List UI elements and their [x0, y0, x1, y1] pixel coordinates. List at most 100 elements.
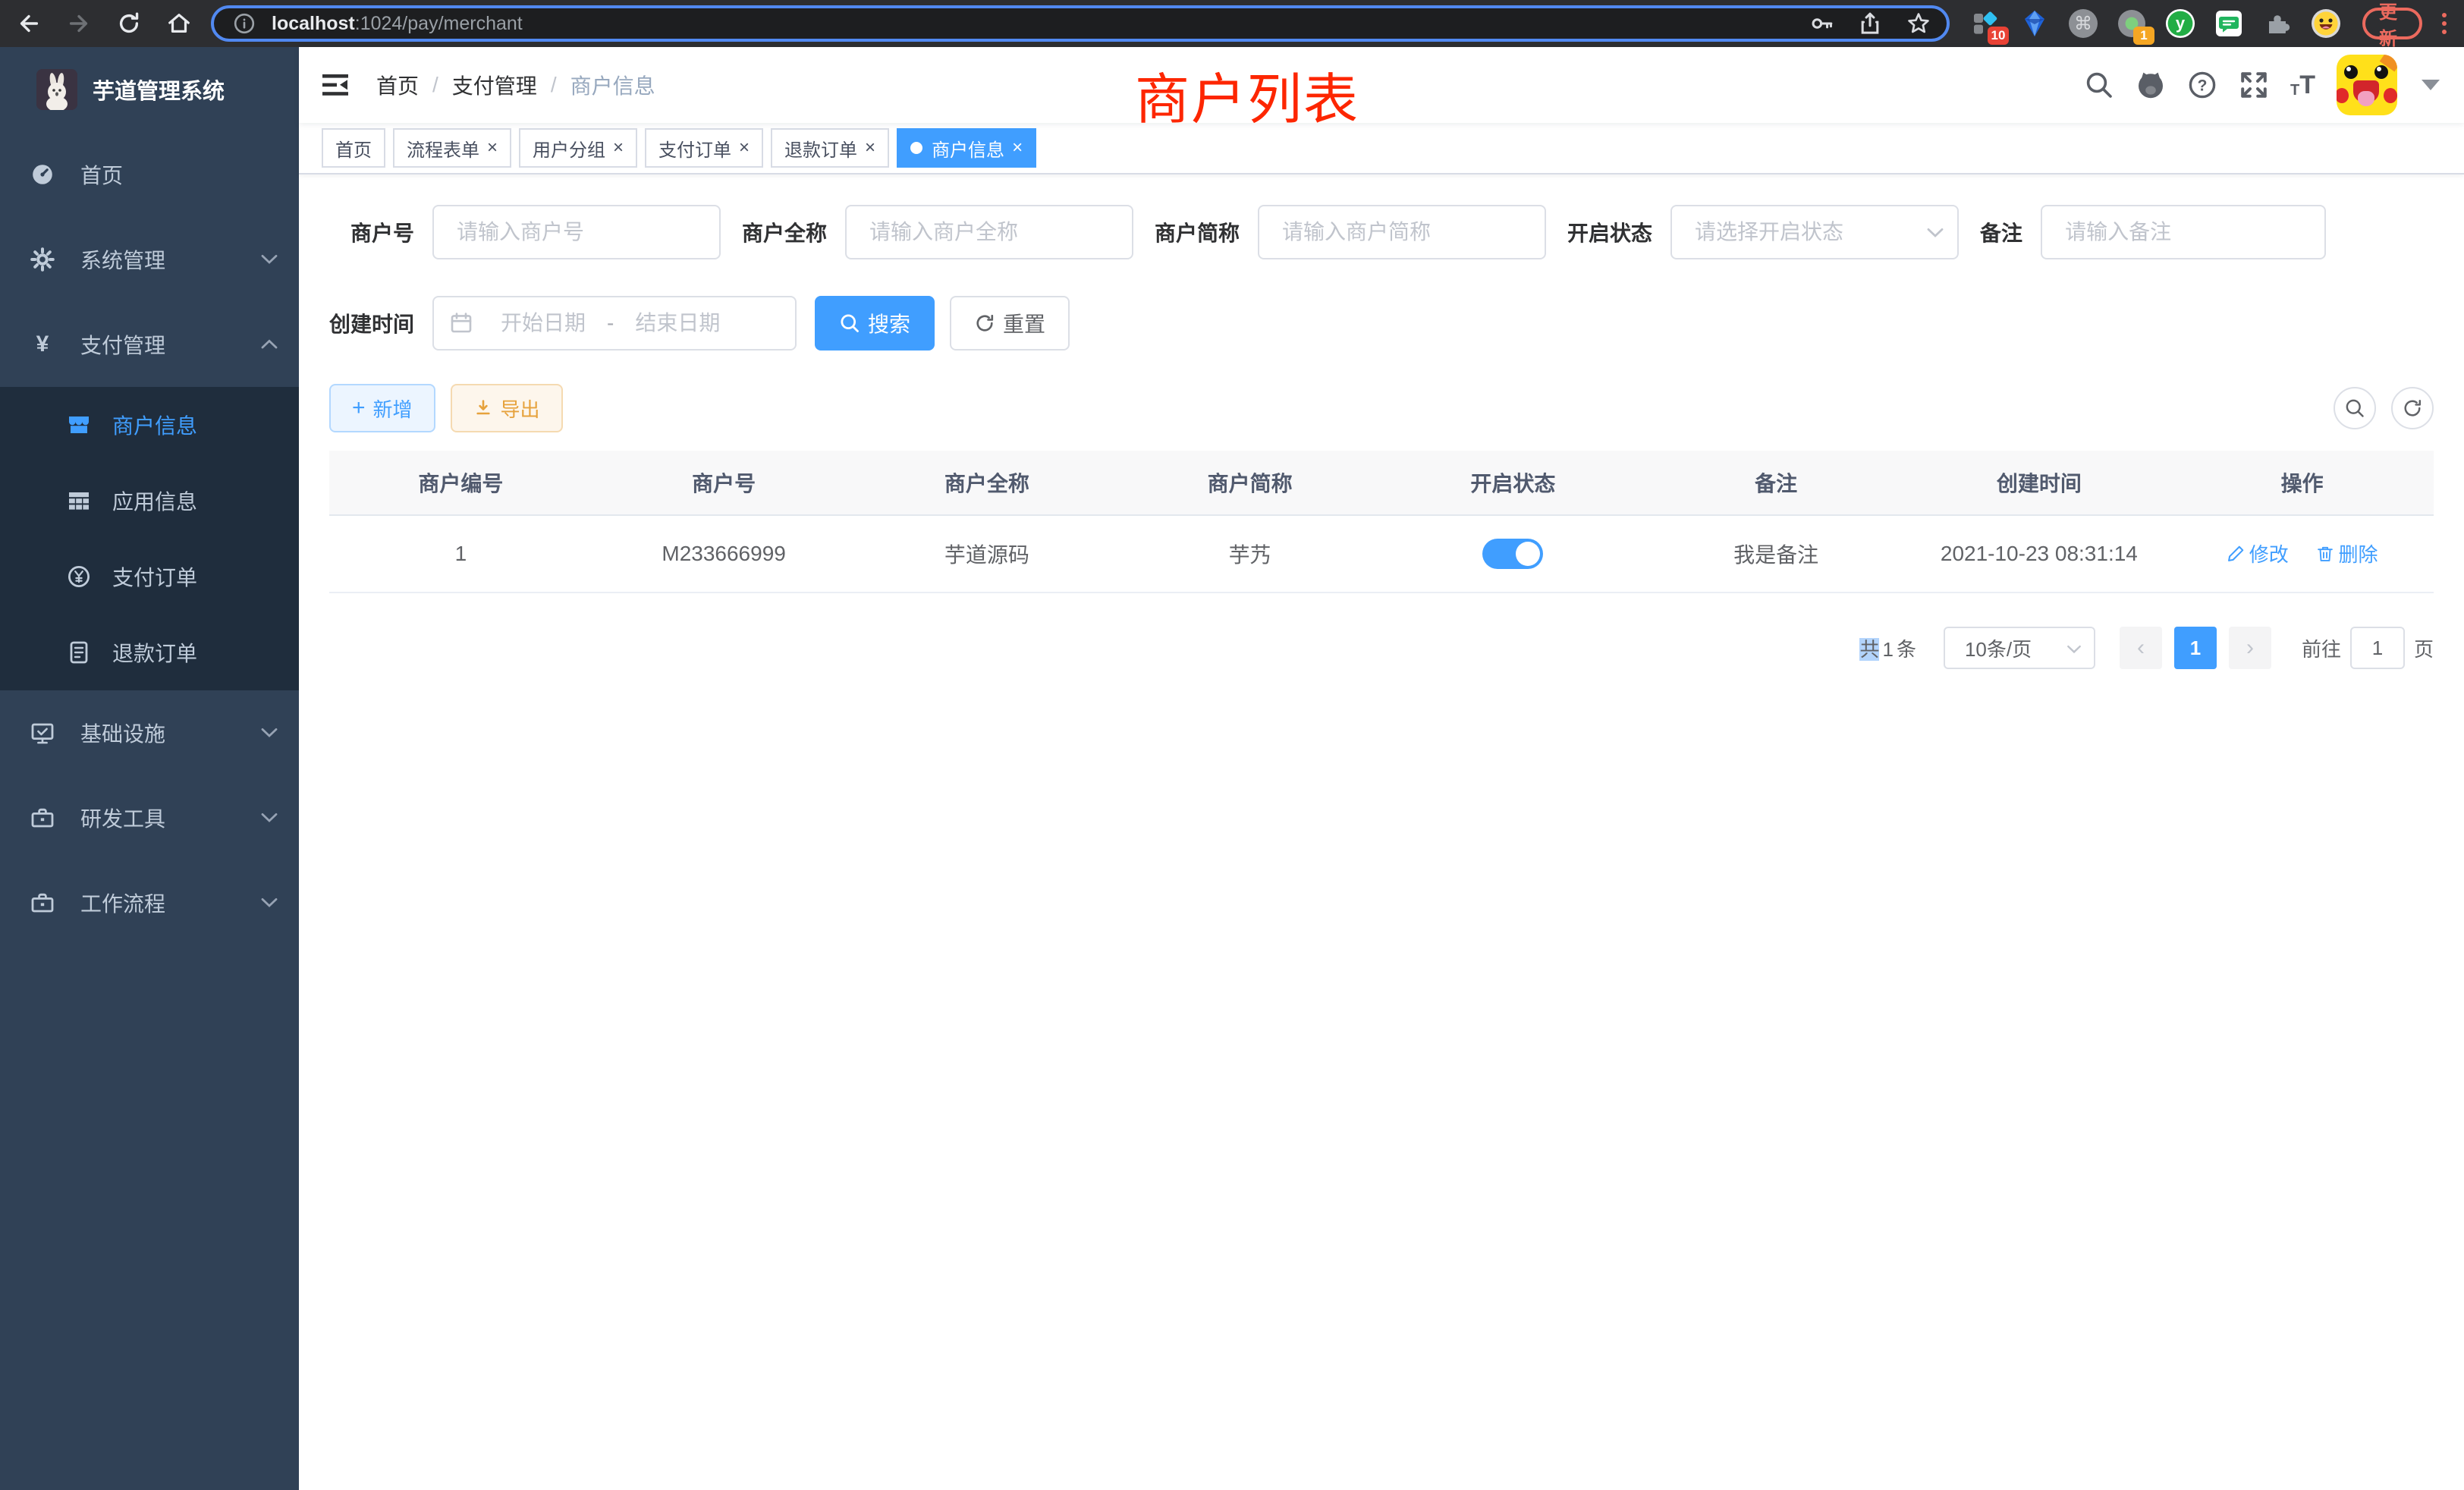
sidebar-item-label: 应用信息 — [112, 486, 197, 516]
tab-merchant-info[interactable]: 商户信息× — [897, 128, 1036, 168]
filter-merchant-no: 商户号 — [329, 205, 721, 259]
close-icon[interactable]: × — [487, 139, 498, 157]
calendar-icon — [449, 311, 473, 335]
tags-view: 首页 流程表单× 用户分组× 支付订单 × 退款订单× 商户信息× — [299, 123, 2464, 174]
sidebar-item-workflow[interactable]: 工作流程 — [0, 860, 299, 945]
remark-input[interactable] — [2041, 205, 2326, 259]
breadcrumb-home[interactable]: 首页 — [376, 70, 419, 100]
help-icon[interactable]: ? — [2187, 70, 2217, 100]
fullscreen-icon[interactable] — [2239, 70, 2269, 100]
font-size-icon[interactable]: TT — [2290, 72, 2315, 98]
close-icon[interactable]: × — [1012, 139, 1023, 157]
tab-process-form[interactable]: 流程表单× — [393, 128, 511, 168]
filter-label: 开启状态 — [1567, 217, 1652, 247]
share-icon[interactable] — [1857, 11, 1883, 36]
home-icon[interactable] — [162, 7, 196, 40]
header-search-icon[interactable] — [2084, 70, 2114, 100]
date-range-picker[interactable]: - — [432, 296, 797, 350]
pagination: 共1条 10条/页 ‹ 1 › 前往 页 — [329, 627, 2434, 669]
reset-button[interactable]: 重置 — [950, 296, 1070, 350]
browser-update-button[interactable]: 更新 — [2362, 8, 2422, 39]
close-icon[interactable]: × — [739, 139, 750, 157]
cell-merchant-id: 1 — [329, 515, 592, 593]
user-menu-caret-icon[interactable] — [2422, 80, 2440, 90]
status-toggle[interactable] — [1482, 539, 1543, 569]
sidebar-item-system[interactable]: 系统管理 — [0, 217, 299, 302]
add-button[interactable]: + 新增 — [329, 384, 435, 432]
tab-user-group[interactable]: 用户分组× — [519, 128, 637, 168]
close-icon[interactable]: × — [613, 139, 624, 157]
extension-sidekick-icon[interactable]: 10 — [1971, 8, 2001, 39]
tab-pay-order[interactable]: 支付订单 × — [645, 128, 763, 168]
extension-recorder-icon[interactable]: 1 — [2117, 8, 2147, 39]
browser-menu-icon[interactable] — [2436, 13, 2452, 34]
filter-remark: 备注 — [1980, 205, 2326, 259]
refresh-table-button[interactable] — [2391, 387, 2434, 429]
start-date-input[interactable] — [482, 311, 604, 335]
forward-icon[interactable] — [62, 7, 96, 40]
status-select[interactable] — [1670, 205, 1959, 259]
reload-icon[interactable] — [112, 7, 146, 40]
goto-page-input[interactable] — [2350, 627, 2405, 669]
password-key-icon[interactable] — [1809, 11, 1834, 36]
page-size-select[interactable]: 10条/页 — [1944, 627, 2095, 669]
update-label: 更新 — [2379, 0, 2406, 50]
tab-label: 首页 — [335, 135, 372, 162]
tab-home[interactable]: 首页 — [322, 128, 385, 168]
tab-refund-order[interactable]: 退款订单× — [771, 128, 889, 168]
export-button[interactable]: 导出 — [451, 384, 563, 432]
sidebar-item-dev-tools[interactable]: 研发工具 — [0, 775, 299, 860]
url-host: localhost — [272, 13, 355, 35]
extensions-puzzle-icon[interactable] — [2262, 8, 2293, 39]
breadcrumb-pay[interactable]: 支付管理 — [452, 70, 537, 100]
col-full-name: 商户全称 — [856, 451, 1119, 515]
tab-label: 支付订单 — [658, 135, 731, 162]
edit-link[interactable]: 修改 — [2227, 539, 2289, 567]
filter-label: 商户全称 — [742, 217, 827, 247]
url-bar[interactable]: localhost:1024/pay/merchant — [211, 5, 1950, 42]
extension-command-icon[interactable]: ⌘ — [2068, 8, 2098, 39]
search-button[interactable]: 搜索 — [815, 296, 935, 350]
app-logo-row[interactable]: 芋道管理系统 — [0, 47, 299, 132]
site-info-icon[interactable] — [229, 8, 259, 39]
github-icon[interactable] — [2136, 70, 2166, 100]
sidebar-item-infra[interactable]: 基础设施 — [0, 690, 299, 775]
delete-link[interactable]: 删除 — [2316, 539, 2378, 567]
merchant-no-input[interactable] — [432, 205, 721, 259]
total-count: 1 — [1882, 638, 1893, 661]
extension-badge: 1 — [2133, 27, 2154, 45]
back-icon[interactable] — [12, 7, 46, 40]
page-1-button[interactable]: 1 — [2174, 627, 2217, 669]
col-merchant-id: 商户编号 — [329, 451, 592, 515]
full-name-input[interactable] — [845, 205, 1133, 259]
pager: ‹ 1 › — [2120, 627, 2271, 669]
end-date-input[interactable] — [617, 311, 738, 335]
svg-text:?: ? — [2198, 77, 2208, 95]
user-avatar[interactable] — [2337, 55, 2397, 115]
sidebar-item-home[interactable]: 首页 — [0, 132, 299, 217]
sidebar-menu: 首页 系统管理 ¥ 支付管理 — [0, 132, 299, 945]
sidebar-collapse-icon[interactable] — [322, 70, 352, 100]
sidebar-item-refund-order[interactable]: 退款订单 — [0, 615, 299, 690]
prev-page-button[interactable]: ‹ — [2120, 627, 2162, 669]
sidebar-item-pay[interactable]: ¥ 支付管理 — [0, 302, 299, 387]
next-page-button[interactable]: › — [2229, 627, 2271, 669]
sidebar-item-pay-order[interactable]: 支付订单 — [0, 539, 299, 615]
toolbox-icon — [30, 891, 55, 915]
sidebar-item-label: 基础设施 — [80, 718, 165, 748]
toggle-search-button[interactable] — [2334, 387, 2376, 429]
profile-emoji-icon[interactable] — [2311, 8, 2341, 39]
sidebar-item-app-info[interactable]: 应用信息 — [0, 463, 299, 539]
col-short-name: 商户简称 — [1118, 451, 1381, 515]
chevron-down-icon — [261, 813, 278, 823]
filter-label: 创建时间 — [329, 308, 414, 338]
extension-y-icon[interactable]: y — [2165, 8, 2195, 39]
sidebar-item-merchant-info[interactable]: 商户信息 — [0, 387, 299, 463]
active-dot — [910, 142, 922, 154]
bookmark-star-icon[interactable] — [1906, 11, 1931, 36]
extension-gem-icon[interactable] — [2019, 8, 2050, 39]
y-letter: y — [2176, 14, 2185, 33]
close-icon[interactable]: × — [865, 139, 875, 157]
short-name-input[interactable] — [1258, 205, 1546, 259]
extension-chat-icon[interactable] — [2214, 8, 2244, 39]
